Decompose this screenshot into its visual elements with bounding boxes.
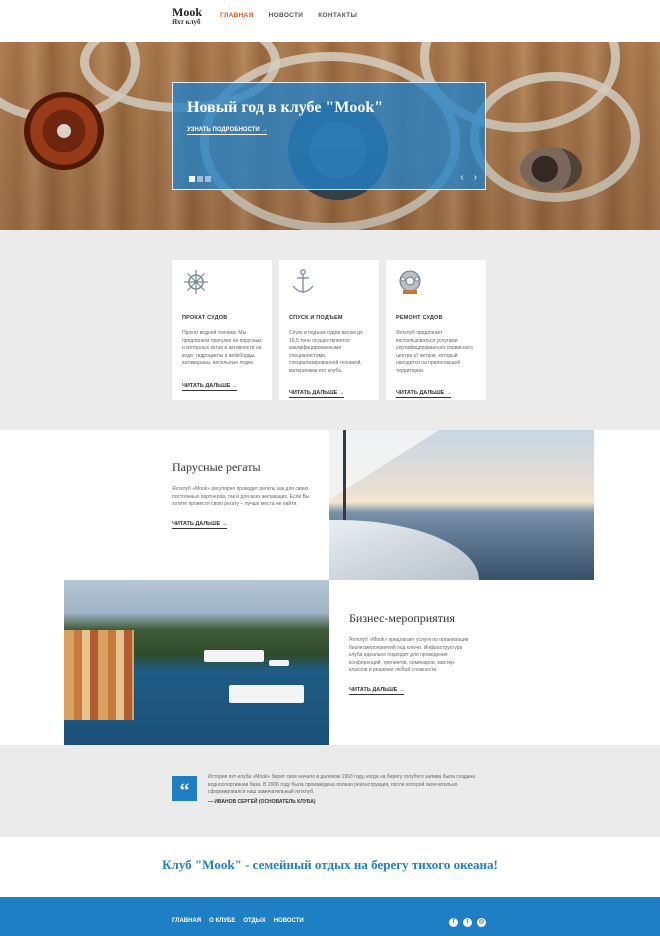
hero-caption-box: Новый год в клубе "Mook" УЗНАТЬ ПОДРОБНО… (172, 82, 486, 190)
footer-nav-leisure[interactable]: ОТДЫХ (243, 918, 265, 924)
buildings-shape (64, 630, 134, 720)
slider-dots (189, 176, 211, 182)
read-more-link[interactable]: ЧИТАТЬ ДАЛЬШЕ → (172, 521, 228, 529)
services-section: ПРОКАТ СУДОВ Прокат водной техники. Мы п… (0, 230, 660, 430)
quote-author: — ИВАНОВ СЕРГЕЙ (ОСНОВАТЕЛЬ КЛУБА) (208, 799, 316, 805)
instagram-icon[interactable]: ◎ (477, 918, 486, 927)
logo-title: Mook (172, 5, 202, 19)
slider-dot[interactable] (197, 176, 203, 182)
card-title: СПУСК И ПОДЪЕМ (289, 315, 343, 321)
yacht-shape (269, 660, 289, 666)
slider-dot[interactable] (189, 176, 195, 182)
footer-nav-home[interactable]: ГЛАВНАЯ (172, 918, 201, 924)
yacht-shape (204, 650, 264, 662)
facebook-icon[interactable]: f (449, 918, 458, 927)
regatta-block: Парусные регаты Яхтклуб «Mook» регулярно… (172, 460, 322, 530)
footer-nav-about[interactable]: О КЛУБЕ (209, 918, 235, 924)
quote-icon: “ (172, 776, 197, 802)
card-title: РЕМОНТ СУДОВ (396, 315, 443, 321)
sailboat-image (329, 430, 594, 580)
read-more-link[interactable]: ЧИТАТЬ ДАЛЬШЕ → (289, 390, 345, 398)
diving-helmet-icon (399, 270, 421, 294)
read-more-link[interactable]: ЧИТАТЬ ДАЛЬШЕ → (182, 383, 238, 391)
card-text: Яхтклуб предлагает воспользоваться услуг… (396, 330, 473, 374)
chevron-right-icon[interactable]: › (474, 173, 477, 183)
read-more-link[interactable]: ЧИТАТЬ ДАЛЬШЕ → (349, 687, 405, 695)
regatta-text: Яхтклуб «Mook» регулярно проводит регаты… (172, 486, 310, 507)
yacht-shape (229, 685, 304, 703)
harbor-image (64, 580, 329, 745)
card-text: Спуск и подъем судов весом до 16,5 тонн … (289, 330, 363, 374)
main-nav: ГЛАВНАЯ НОВОСТИ КОНТАКТЫ (220, 12, 357, 19)
twitter-icon[interactable]: t (463, 918, 472, 927)
service-card-launch: СПУСК И ПОДЪЕМ Спуск и подъем судов весо… (279, 260, 379, 400)
site-header: Mook Яхт клуб ГЛАВНАЯ НОВОСТИ КОНТАКТЫ (0, 0, 660, 42)
hero-title: Новый год в клубе "Mook" (187, 99, 384, 116)
card-text: Прокат водной техники. Мы предлагаем про… (182, 330, 262, 366)
slider-arrows: ‹ › (460, 173, 477, 183)
site-footer: ГЛАВНАЯ О КЛУБЕ ОТДЫХ НОВОСТИ f t ◎ (0, 897, 660, 936)
nav-home[interactable]: ГЛАВНАЯ (220, 12, 254, 19)
card-title: ПРОКАТ СУДОВ (182, 315, 228, 321)
social-links: f t ◎ (449, 918, 486, 927)
nav-contacts[interactable]: КОНТАКТЫ (318, 12, 357, 19)
nav-news[interactable]: НОВОСТИ (269, 12, 304, 19)
quote-text: История яхт-клуба «Mook» берет свое нача… (208, 774, 475, 795)
site-logo[interactable]: Mook Яхт клуб (172, 6, 202, 26)
regatta-title: Парусные регаты (172, 460, 261, 474)
chevron-left-icon[interactable]: ‹ (460, 173, 463, 183)
footer-nav-news[interactable]: НОВОСТИ (274, 918, 304, 924)
business-text: Яхтклуб «Mook» предлагает услуги по орга… (349, 637, 469, 673)
hero-slider: Новый год в клубе "Mook" УЗНАТЬ ПОДРОБНО… (0, 42, 660, 230)
service-card-rental: ПРОКАТ СУДОВ Прокат водной техники. Мы п… (172, 260, 272, 400)
business-title: Бизнес-мероприятия (349, 611, 455, 625)
logo-subtitle: Яхт клуб (172, 18, 201, 26)
read-more-link[interactable]: ЧИТАТЬ ДАЛЬШЕ → (396, 390, 452, 398)
ship-wheel-icon (184, 270, 208, 294)
anchor-icon (292, 269, 314, 293)
hero-more-link[interactable]: УЗНАТЬ ПОДРОБНОСТИ → (187, 127, 268, 135)
service-card-repair: РЕМОНТ СУДОВ Яхтклуб предлагает воспольз… (386, 260, 486, 400)
slogan-text: Клуб "Mook" - семейный отдых на берегу т… (162, 857, 498, 872)
deck-shape (329, 520, 479, 580)
business-block: Бизнес-мероприятия Яхтклуб «Mook» предла… (349, 611, 469, 696)
slider-dot[interactable] (205, 176, 211, 182)
footer-nav: ГЛАВНАЯ О КЛУБЕ ОТДЫХ НОВОСТИ (172, 918, 304, 924)
slogan-section: Клуб "Mook" - семейный отдых на берегу т… (0, 837, 660, 897)
quote-section: “ История яхт-клуба «Mook» берет свое на… (0, 745, 660, 837)
